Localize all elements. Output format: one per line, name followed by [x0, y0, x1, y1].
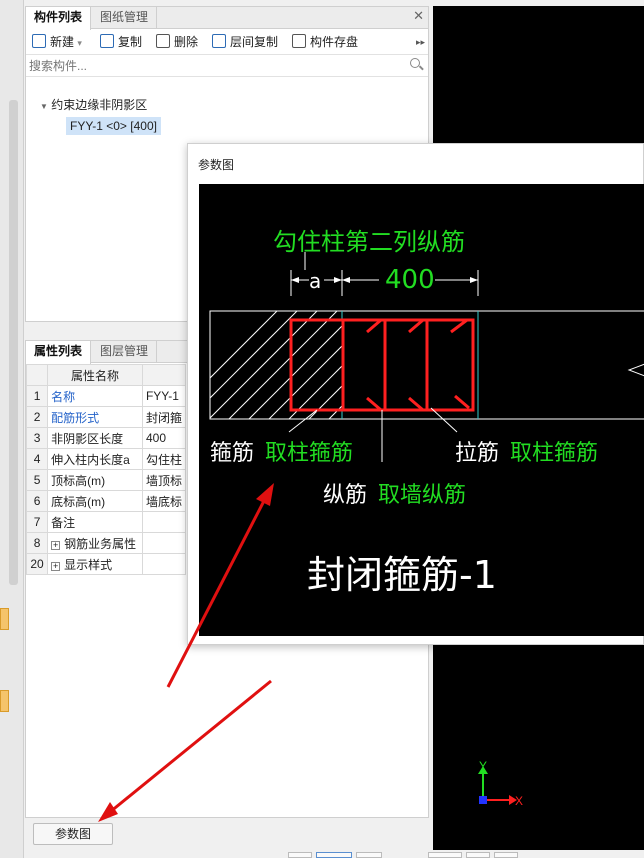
layout-tab[interactable]	[288, 852, 312, 858]
layout-tab[interactable]	[356, 852, 382, 858]
annotation-arrow	[166, 496, 268, 688]
arrowhead-icon	[256, 483, 274, 506]
annotation-arrows	[98, 483, 274, 822]
layout-tab[interactable]	[316, 852, 352, 858]
layout-tab[interactable]	[466, 852, 490, 858]
layout-tab[interactable]	[428, 852, 462, 858]
arrowhead-icon	[98, 802, 118, 822]
layout-tab[interactable]	[494, 852, 518, 858]
annotation-arrow	[109, 679, 272, 814]
